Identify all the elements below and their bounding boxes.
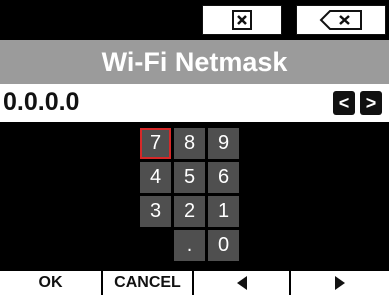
key-dot[interactable]: . — [174, 230, 205, 261]
key-2[interactable]: 2 — [174, 196, 205, 227]
cancel-button[interactable]: CANCEL — [103, 271, 194, 295]
key-8[interactable]: 8 — [174, 128, 205, 159]
cursor-left-button[interactable]: < — [333, 91, 355, 115]
key-7[interactable]: 7 — [140, 128, 171, 159]
key-0[interactable]: 0 — [208, 230, 239, 261]
previous-button[interactable] — [194, 271, 291, 295]
key-5[interactable]: 5 — [174, 162, 205, 193]
key-3[interactable]: 3 — [140, 196, 171, 227]
triangle-left-icon — [236, 276, 247, 290]
key-6[interactable]: 6 — [208, 162, 239, 193]
softkey-bar: OK CANCEL — [0, 271, 389, 295]
key-1[interactable]: 1 — [208, 196, 239, 227]
backspace-button[interactable] — [296, 5, 386, 35]
ok-button[interactable]: OK — [0, 271, 103, 295]
close-button[interactable] — [202, 5, 282, 35]
key-9[interactable]: 9 — [208, 128, 239, 159]
triangle-right-icon — [335, 276, 345, 290]
key-4[interactable]: 4 — [140, 162, 171, 193]
next-button[interactable] — [291, 271, 389, 295]
key-blank — [140, 230, 171, 261]
numeric-keypad: 7 8 9 4 5 6 3 2 1 . 0 — [140, 128, 239, 261]
top-bar — [0, 0, 389, 40]
page-title: Wi-Fi Netmask — [0, 40, 389, 84]
value-field: 0.0.0.0 < > — [0, 84, 389, 122]
netmask-value: 0.0.0.0 — [3, 88, 80, 116]
x-box-icon — [232, 10, 252, 30]
backspace-icon — [319, 10, 362, 30]
cursor-right-button[interactable]: > — [360, 91, 382, 115]
